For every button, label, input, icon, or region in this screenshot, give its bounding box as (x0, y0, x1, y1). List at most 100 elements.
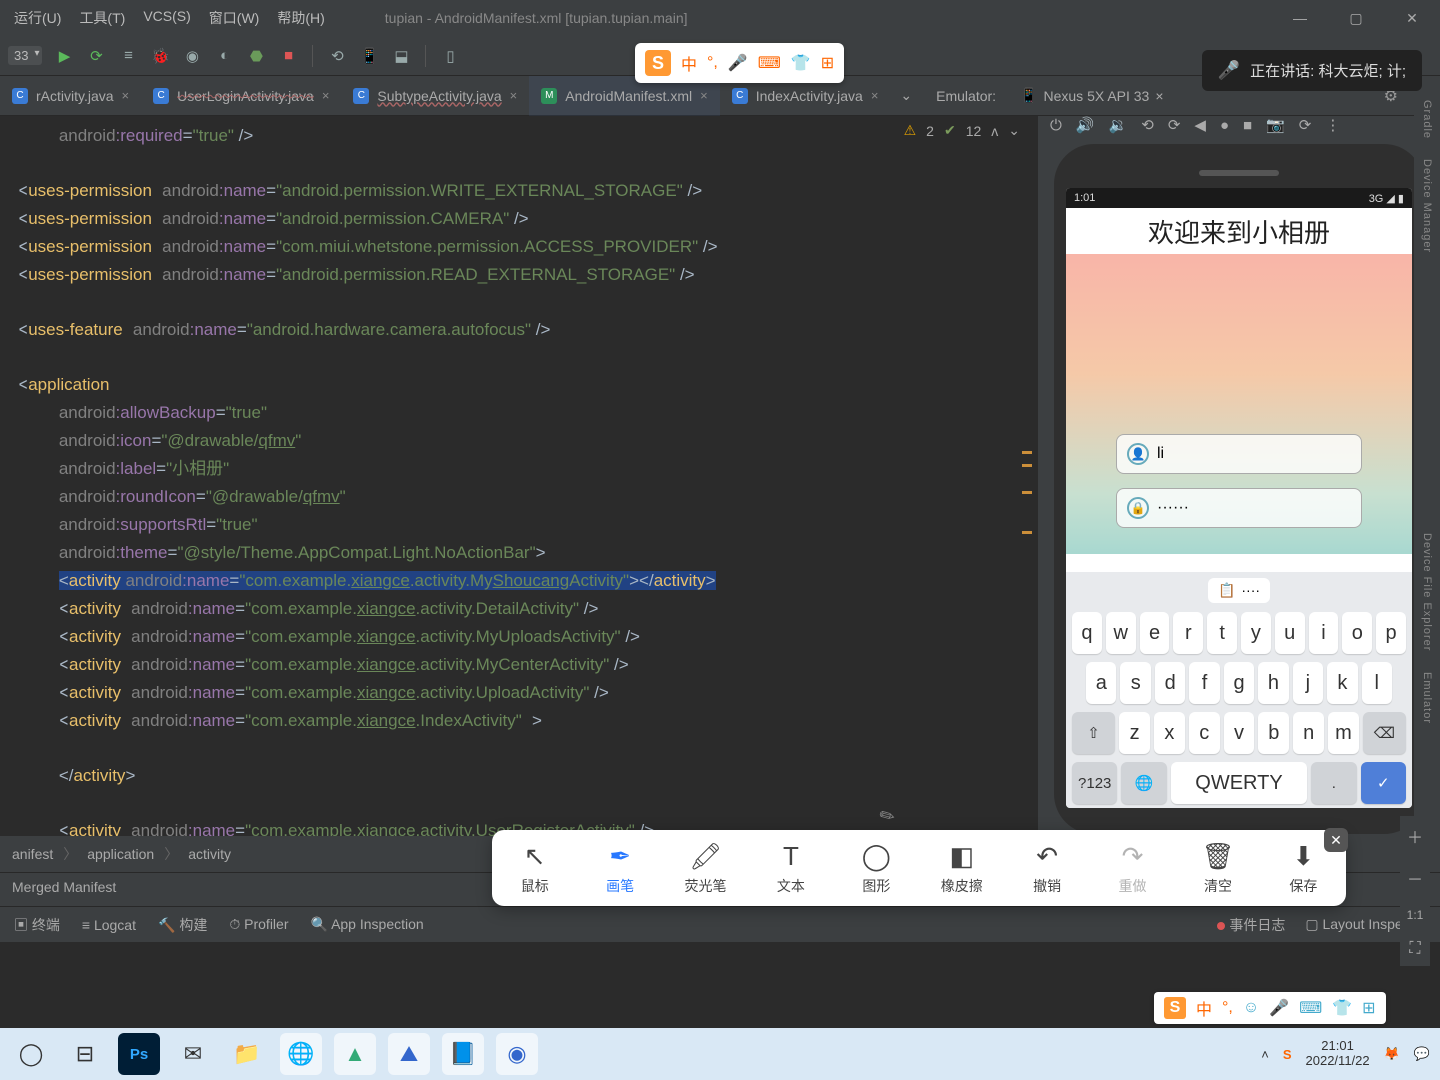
ime-toolbar[interactable]: S 中 °, 🎤 ⌨ 👕 ⊞ (635, 43, 844, 83)
undo-tool[interactable]: ↶撤销 (1004, 841, 1089, 896)
gradle-tab[interactable]: Gradle (1421, 100, 1433, 139)
key-i[interactable]: i (1309, 612, 1339, 654)
run-config-dropdown[interactable]: 33 (8, 46, 42, 65)
tray-icon[interactable]: 🦊 (1384, 1046, 1400, 1062)
annotation-close-button[interactable]: ✕ (1324, 828, 1348, 852)
key-q[interactable]: q (1072, 612, 1102, 654)
key-o[interactable]: o (1342, 612, 1372, 654)
tray-sogou-icon[interactable]: S (1283, 1047, 1292, 1062)
apply-changes-icon[interactable]: ⟳ (86, 46, 106, 66)
key-g[interactable]: g (1224, 662, 1254, 704)
close-icon[interactable]: × (871, 88, 879, 103)
pen-tool[interactable]: ✒画笔 (577, 841, 662, 896)
explorer-taskbar-icon[interactable]: 📁 (226, 1033, 268, 1075)
key-x[interactable]: x (1154, 712, 1185, 754)
key-l[interactable]: l (1362, 662, 1392, 704)
debug-icon[interactable]: 🐞 (150, 46, 170, 66)
key-b[interactable]: b (1258, 712, 1289, 754)
breadcrumb-item[interactable]: anifest (12, 846, 53, 862)
zoom-fit[interactable]: 1:1 (1407, 908, 1424, 922)
record-icon[interactable]: ⟳ (1299, 116, 1312, 134)
username-field[interactable]: 👤 li (1116, 434, 1362, 474)
rotate-left-icon[interactable]: ⟲ (1141, 116, 1154, 134)
chevron-up-icon[interactable]: ʌ (991, 123, 998, 139)
close-icon[interactable]: × (510, 88, 518, 103)
device-file-explorer-tab[interactable]: Device File Explorer (1421, 533, 1433, 651)
ime-mic-icon[interactable]: 🎤 (1269, 998, 1289, 1018)
overview-icon[interactable]: ■ (1243, 117, 1252, 134)
ime-lang[interactable]: 中 (1196, 996, 1212, 1020)
power-icon[interactable]: ⏻ (1050, 117, 1062, 134)
key-w[interactable]: w (1106, 612, 1136, 654)
zoom-out-icon[interactable]: － (1407, 866, 1423, 890)
menu-window[interactable]: 窗口(W) (209, 8, 260, 28)
period-key[interactable]: . (1311, 762, 1356, 804)
menu-run[interactable]: 运行(U) (14, 8, 61, 28)
coverage-icon[interactable]: ◉ (182, 46, 202, 66)
stop-icon[interactable]: ■ (278, 46, 298, 66)
ime-punct-icon[interactable]: °, (1222, 999, 1233, 1017)
annotation-toolbar[interactable]: ↖鼠标 ✒画笔 🖍荧光笔 T文本 ◯图形 ◧橡皮擦 ↶撤销 ↷重做 🗑清空 ⬇保… (492, 830, 1346, 906)
android-icon[interactable]: ⬣ (246, 46, 266, 66)
sync-icon[interactable]: ⟲ (327, 46, 347, 66)
menu-vcs[interactable]: VCS(S) (143, 8, 190, 28)
avd-icon[interactable]: 📱 (359, 46, 379, 66)
key-u[interactable]: u (1275, 612, 1305, 654)
ime-smiley-icon[interactable]: ☺ (1243, 999, 1259, 1017)
event-log-tab[interactable]: 事件日志 (1217, 915, 1285, 935)
key-r[interactable]: r (1173, 612, 1203, 654)
highlighter-tool[interactable]: 🖍荧光笔 (663, 841, 748, 896)
key-d[interactable]: d (1155, 662, 1185, 704)
volume-up-icon[interactable]: 🔊 (1076, 116, 1095, 134)
ime-skin-icon[interactable]: 👕 (791, 53, 811, 73)
key-m[interactable]: m (1328, 712, 1359, 754)
maximize-button[interactable]: ▢ (1328, 0, 1384, 36)
key-n[interactable]: n (1293, 712, 1324, 754)
tab-ractivity[interactable]: CrActivity.java× (0, 76, 141, 116)
code-editor[interactable]: ⚠2 ✔12 ʌ ⌄ android:required="true" /> <u… (0, 116, 1038, 836)
attach-icon[interactable]: ≡ (118, 46, 138, 66)
task-view-button[interactable]: ⊟ (64, 1033, 106, 1075)
app2-taskbar-icon[interactable]: 📘 (442, 1033, 484, 1075)
close-button[interactable]: ✕ (1384, 0, 1440, 36)
device-icon[interactable]: ▯ (440, 46, 460, 66)
app1-taskbar-icon[interactable]: ⛰ (388, 1033, 430, 1075)
menu-help[interactable]: 帮助(H) (277, 8, 324, 28)
tray-chevron-icon[interactable]: ˄ (1261, 1047, 1269, 1062)
key-c[interactable]: c (1189, 712, 1220, 754)
tab-userlogin[interactable]: CUserLoginActivity.java× (141, 76, 341, 116)
ime-grid-icon[interactable]: ⊞ (1362, 998, 1375, 1018)
edge-taskbar-icon[interactable]: 🌐 (280, 1033, 322, 1075)
screenshot-icon[interactable]: 📷 (1266, 116, 1285, 134)
volume-down-icon[interactable]: 🔉 (1109, 116, 1128, 134)
more-icon[interactable]: ⋮ (1325, 116, 1340, 134)
eraser-tool[interactable]: ◧橡皮擦 (919, 841, 1004, 896)
close-icon[interactable]: × (122, 88, 130, 103)
key-v[interactable]: v (1224, 712, 1255, 754)
ime-skin-icon[interactable]: 👕 (1332, 998, 1352, 1018)
zoom-in-icon[interactable]: ＋ (1407, 824, 1423, 848)
tabs-dropdown-icon[interactable]: ⌄ (890, 87, 922, 104)
ime-mic-icon[interactable]: 🎤 (728, 53, 748, 73)
home-icon[interactable]: ● (1220, 117, 1229, 134)
key-f[interactable]: f (1189, 662, 1219, 704)
password-field[interactable]: 🔒 ······ (1116, 488, 1362, 528)
android-studio-taskbar-icon[interactable]: ▲ (334, 1033, 376, 1075)
mail-taskbar-icon[interactable]: ✉ (172, 1033, 214, 1075)
app3-taskbar-icon[interactable]: ◉ (496, 1033, 538, 1075)
run-icon[interactable]: ▶ (54, 46, 74, 66)
enter-key[interactable]: ✓ (1361, 762, 1406, 804)
numeric-key[interactable]: ?123 (1072, 762, 1117, 804)
suggestion-item[interactable]: 📋 ···· (1208, 578, 1270, 603)
redo-tool[interactable]: ↷重做 (1090, 841, 1175, 896)
terminal-tab[interactable]: ▣ 终端 (14, 915, 60, 935)
start-button[interactable]: ◯ (10, 1033, 52, 1075)
key-s[interactable]: s (1120, 662, 1150, 704)
key-e[interactable]: e (1140, 612, 1170, 654)
build-tab[interactable]: 🔨 构建 (158, 915, 207, 935)
chevron-down-icon[interactable]: ⌄ (1008, 122, 1020, 139)
key-k[interactable]: k (1327, 662, 1357, 704)
shift-key[interactable]: ⇧ (1072, 712, 1115, 754)
ime-grid-icon[interactable]: ⊞ (821, 53, 834, 73)
key-h[interactable]: h (1258, 662, 1288, 704)
